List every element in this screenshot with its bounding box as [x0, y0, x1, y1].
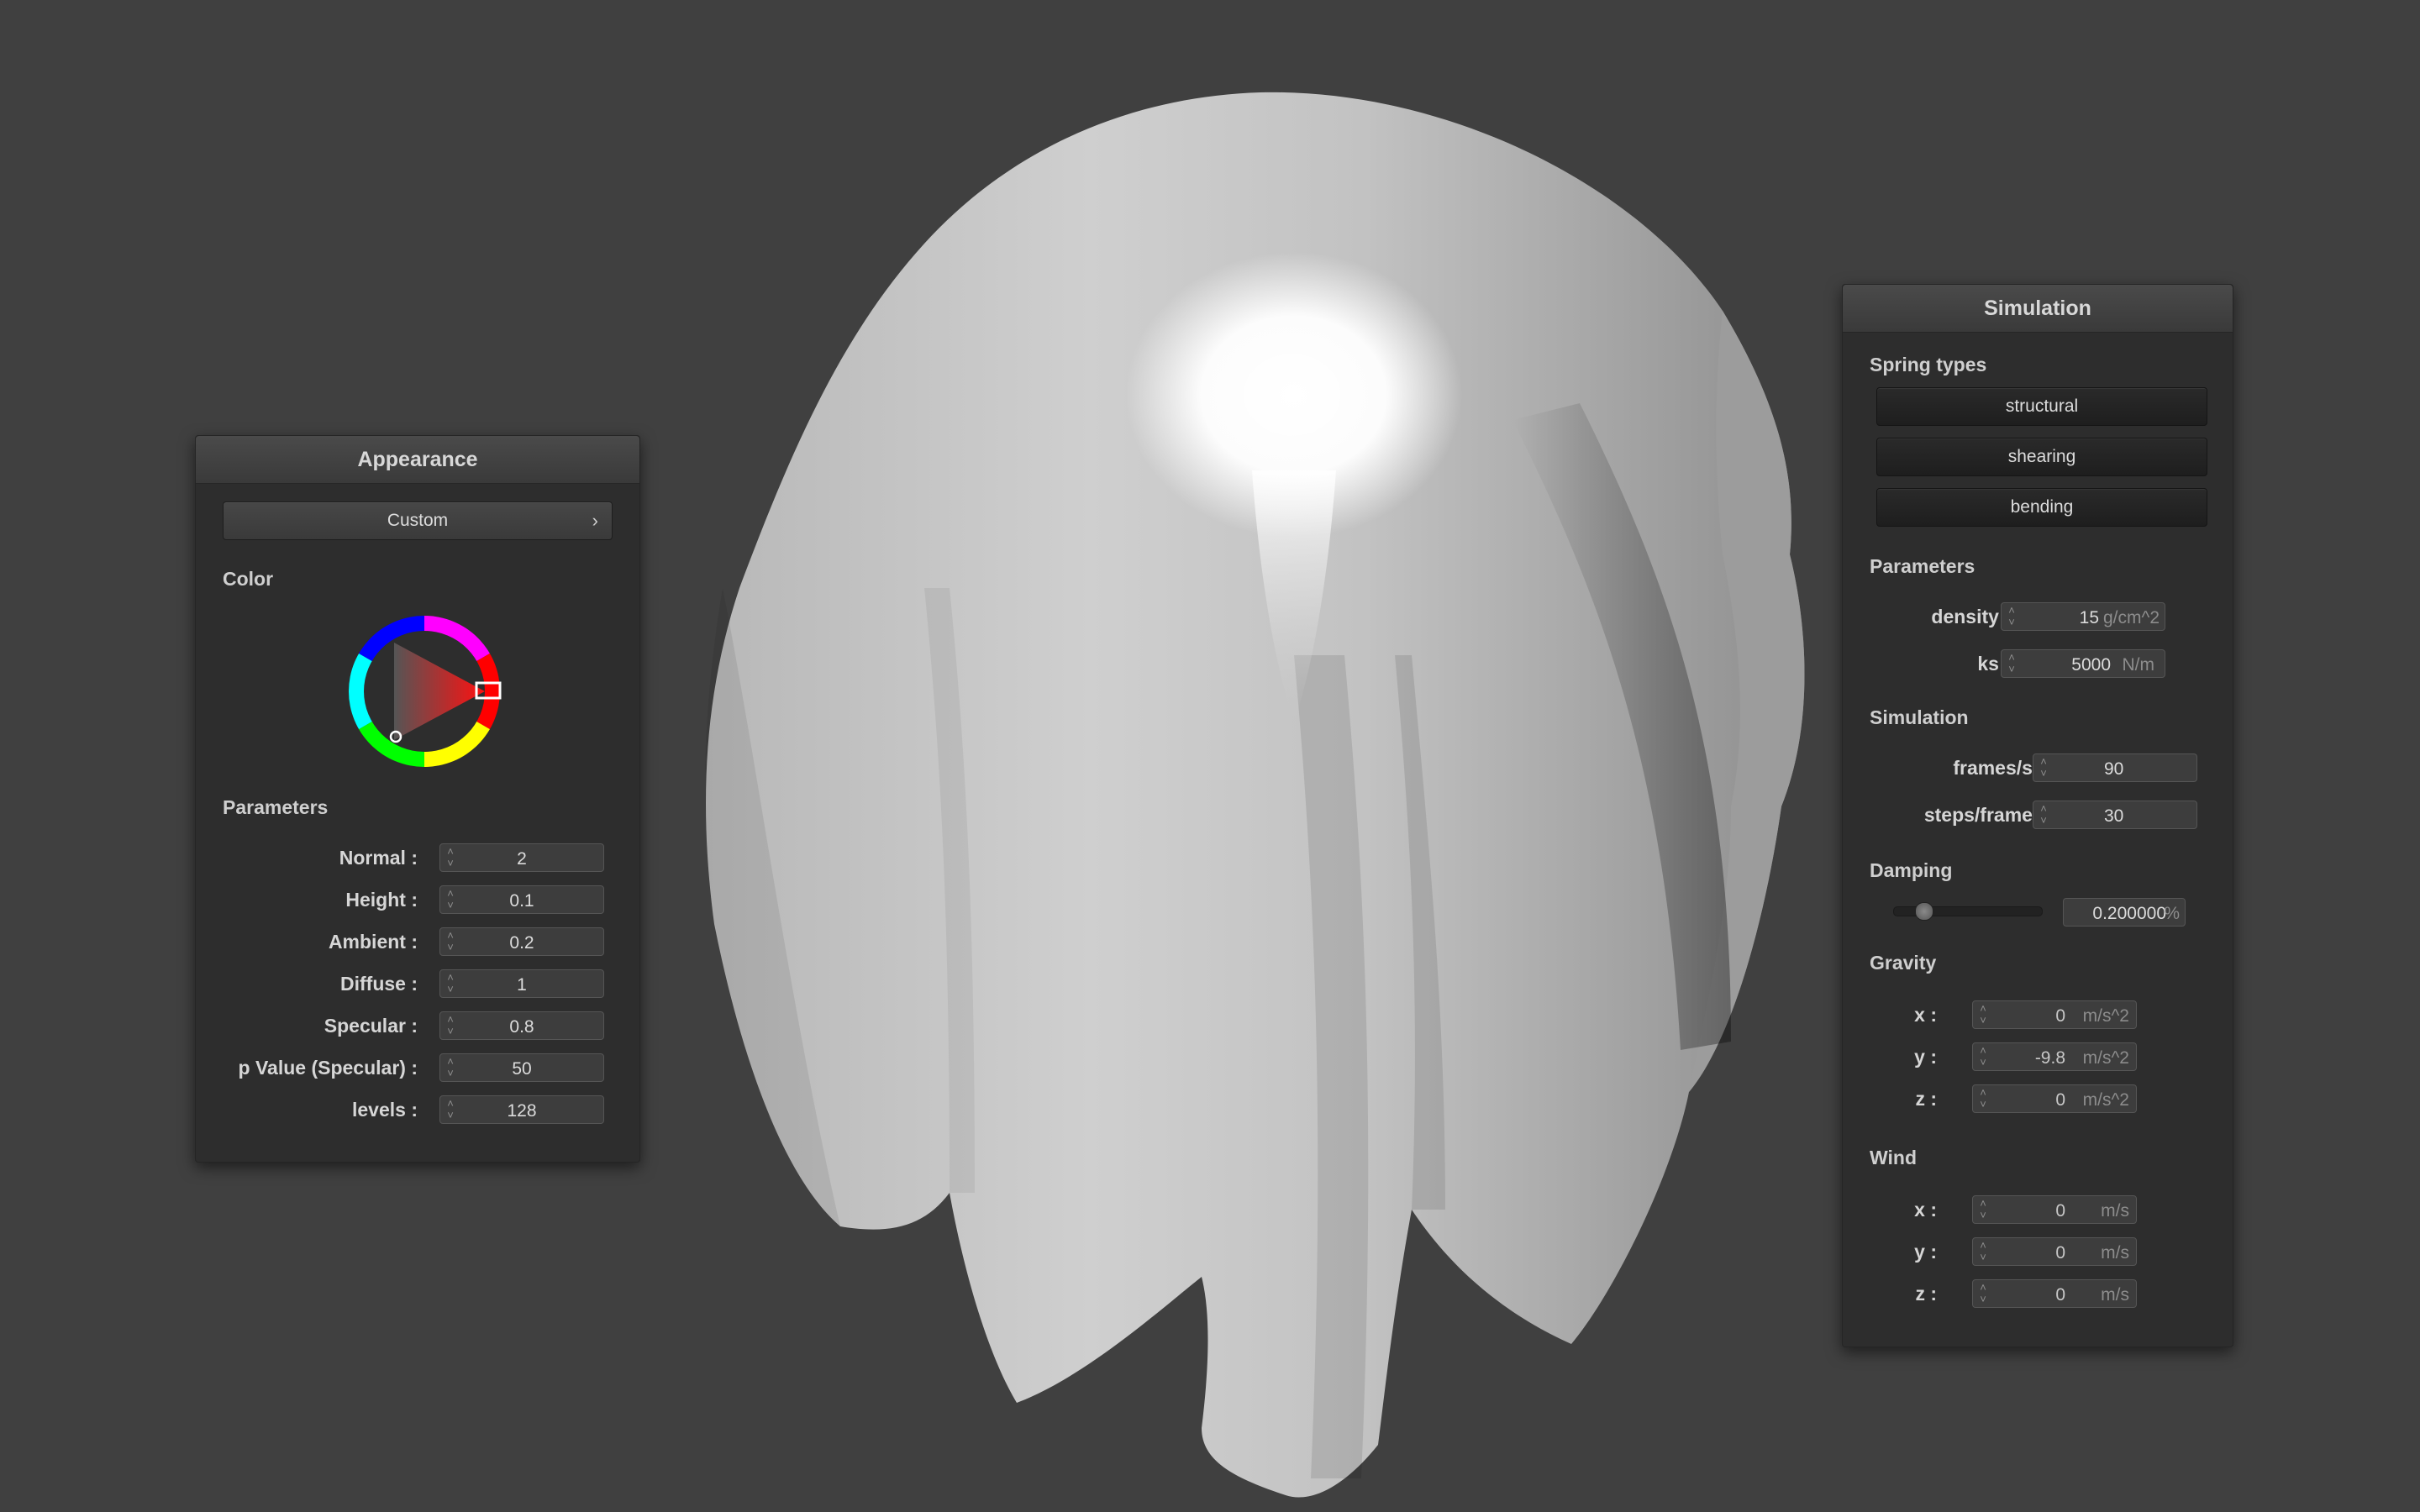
appearance-param-label: levels : [352, 1099, 418, 1121]
steps-field[interactable]: ˄ ˅ 30 [2033, 801, 2197, 829]
structural-button[interactable]: structural [1876, 387, 2207, 426]
gravity-unit: m/s^2 [2082, 1090, 2129, 1110]
spinner-icon[interactable]: ˄ ˅ [1978, 1240, 1988, 1263]
gravity-y-field[interactable]: ˄ ˅ -9.8 m/s^2 [1972, 1042, 2137, 1071]
appearance-param-label: Diffuse : [340, 973, 418, 995]
gravity-value: -9.8 [2034, 1048, 2065, 1068]
gravity-y-label: y : [1914, 1046, 1937, 1068]
ks-label: ks : [1977, 653, 2011, 675]
appearance-panel: Appearance Custom › Color Parameters Nor… [195, 435, 640, 1163]
appearance-param-field[interactable]: ˄ ˅ 2 [439, 843, 604, 872]
spinner-icon[interactable]: ˄ ˅ [2039, 756, 2049, 779]
damping-field[interactable]: 0.200000 % [2063, 898, 2186, 927]
appearance-param-field[interactable]: ˄ ˅ 1 [439, 969, 604, 998]
gravity-x-label: x : [1914, 1004, 1937, 1026]
wind-x-field[interactable]: ˄ ˅ 0 m/s [1972, 1195, 2137, 1224]
appearance-param-value: 128 [507, 1101, 537, 1121]
wind-value: 0 [2055, 1243, 2065, 1263]
spinner-icon[interactable]: ˄ ˅ [2007, 652, 2017, 675]
ks-field[interactable]: ˄ ˅ 5000 N/m [2001, 649, 2165, 678]
appearance-param-field[interactable]: ˄ ˅ 0.2 [439, 927, 604, 956]
gravity-value: 0 [2055, 1090, 2065, 1110]
spinner-icon[interactable]: ˄ ˅ [2007, 605, 2017, 627]
wind-value: 0 [2055, 1285, 2065, 1305]
appearance-param-label: Ambient : [328, 931, 418, 953]
spinner-icon[interactable]: ˄ ˅ [1978, 1087, 1988, 1110]
wind-y-field[interactable]: ˄ ˅ 0 m/s [1972, 1237, 2137, 1266]
gravity-z-field[interactable]: ˄ ˅ 0 m/s^2 [1972, 1084, 2137, 1113]
sim-params-heading: Parameters [1870, 555, 1975, 577]
gravity-z-label: z : [1915, 1088, 1937, 1110]
gravity-x-field[interactable]: ˄ ˅ 0 m/s^2 [1972, 1000, 2137, 1029]
wind-unit: m/s [2101, 1243, 2129, 1263]
spring-types-heading: Spring types [1870, 354, 1987, 375]
appearance-param-value: 1 [517, 975, 527, 995]
shearing-button[interactable]: shearing [1876, 438, 2207, 476]
simulation-heading: Simulation [1870, 706, 1969, 728]
density-label: density : [1931, 606, 2011, 627]
appearance-param-field[interactable]: ˄ ˅ 0.8 [439, 1011, 604, 1040]
spinner-icon[interactable]: ˄ ˅ [1978, 1282, 1988, 1305]
cloth-mesh [705, 92, 1805, 1498]
appearance-param-label: Specular : [324, 1015, 418, 1037]
appearance-param-value: 50 [512, 1059, 532, 1079]
density-field[interactable]: ˄ ˅ 15 g/cm^2 [2001, 602, 2165, 631]
damping-heading: Damping [1870, 859, 1953, 881]
spinner-icon[interactable]: ˄ ˅ [1978, 1003, 1988, 1026]
damping-slider[interactable] [1893, 902, 2043, 921]
frames-field[interactable]: ˄ ˅ 90 [2033, 753, 2197, 782]
appearance-param-label: Height : [345, 889, 418, 911]
wind-z-field[interactable]: ˄ ˅ 0 m/s [1972, 1279, 2137, 1308]
gravity-value: 0 [2055, 1006, 2065, 1026]
wind-y-label: y : [1914, 1241, 1937, 1263]
frames-label: frames/s : [1953, 757, 2044, 779]
wind-value: 0 [2055, 1201, 2065, 1221]
wind-unit: m/s [2101, 1201, 2129, 1221]
wind-z-label: z : [1915, 1283, 1937, 1305]
appearance-param-value: 0.1 [509, 891, 534, 911]
bending-button[interactable]: bending [1876, 488, 2207, 527]
wind-unit: m/s [2101, 1285, 2129, 1305]
appearance-param-value: 2 [517, 849, 527, 869]
spinner-icon[interactable]: ˄ ˅ [1978, 1045, 1988, 1068]
wind-heading: Wind [1870, 1147, 1917, 1168]
color-heading: Color [223, 568, 274, 590]
simulation-panel: Simulation Spring types structural shear… [1842, 284, 2233, 1347]
appearance-param-field[interactable]: ˄ ˅ 128 [439, 1095, 604, 1124]
appearance-param-value: 0.2 [509, 933, 534, 953]
appearance-param-field[interactable]: ˄ ˅ 50 [439, 1053, 604, 1082]
preset-button[interactable]: Custom › [223, 501, 613, 540]
preset-label: Custom [387, 511, 449, 530]
appearance-title: Appearance [196, 436, 639, 484]
damping-slider-knob[interactable] [1915, 902, 1934, 921]
appearance-param-label: Normal : [339, 847, 418, 869]
wind-x-label: x : [1914, 1199, 1937, 1221]
spinner-icon[interactable]: ˄ ˅ [1978, 1198, 1988, 1221]
gravity-heading: Gravity [1870, 952, 1937, 974]
appearance-param-value: 0.8 [509, 1017, 534, 1037]
params-heading: Parameters [223, 796, 329, 818]
gravity-unit: m/s^2 [2082, 1006, 2129, 1026]
gravity-unit: m/s^2 [2082, 1048, 2129, 1068]
appearance-param-label: p Value (Specular) : [238, 1057, 418, 1079]
spinner-icon[interactable]: ˄ ˅ [2039, 803, 2049, 826]
chevron-right-icon: › [592, 510, 598, 531]
simulation-title: Simulation [1843, 285, 2233, 333]
steps-label: steps/frame : [1923, 804, 2044, 826]
appearance-param-field[interactable]: ˄ ˅ 0.1 [439, 885, 604, 914]
color-wheel[interactable] [344, 611, 505, 772]
